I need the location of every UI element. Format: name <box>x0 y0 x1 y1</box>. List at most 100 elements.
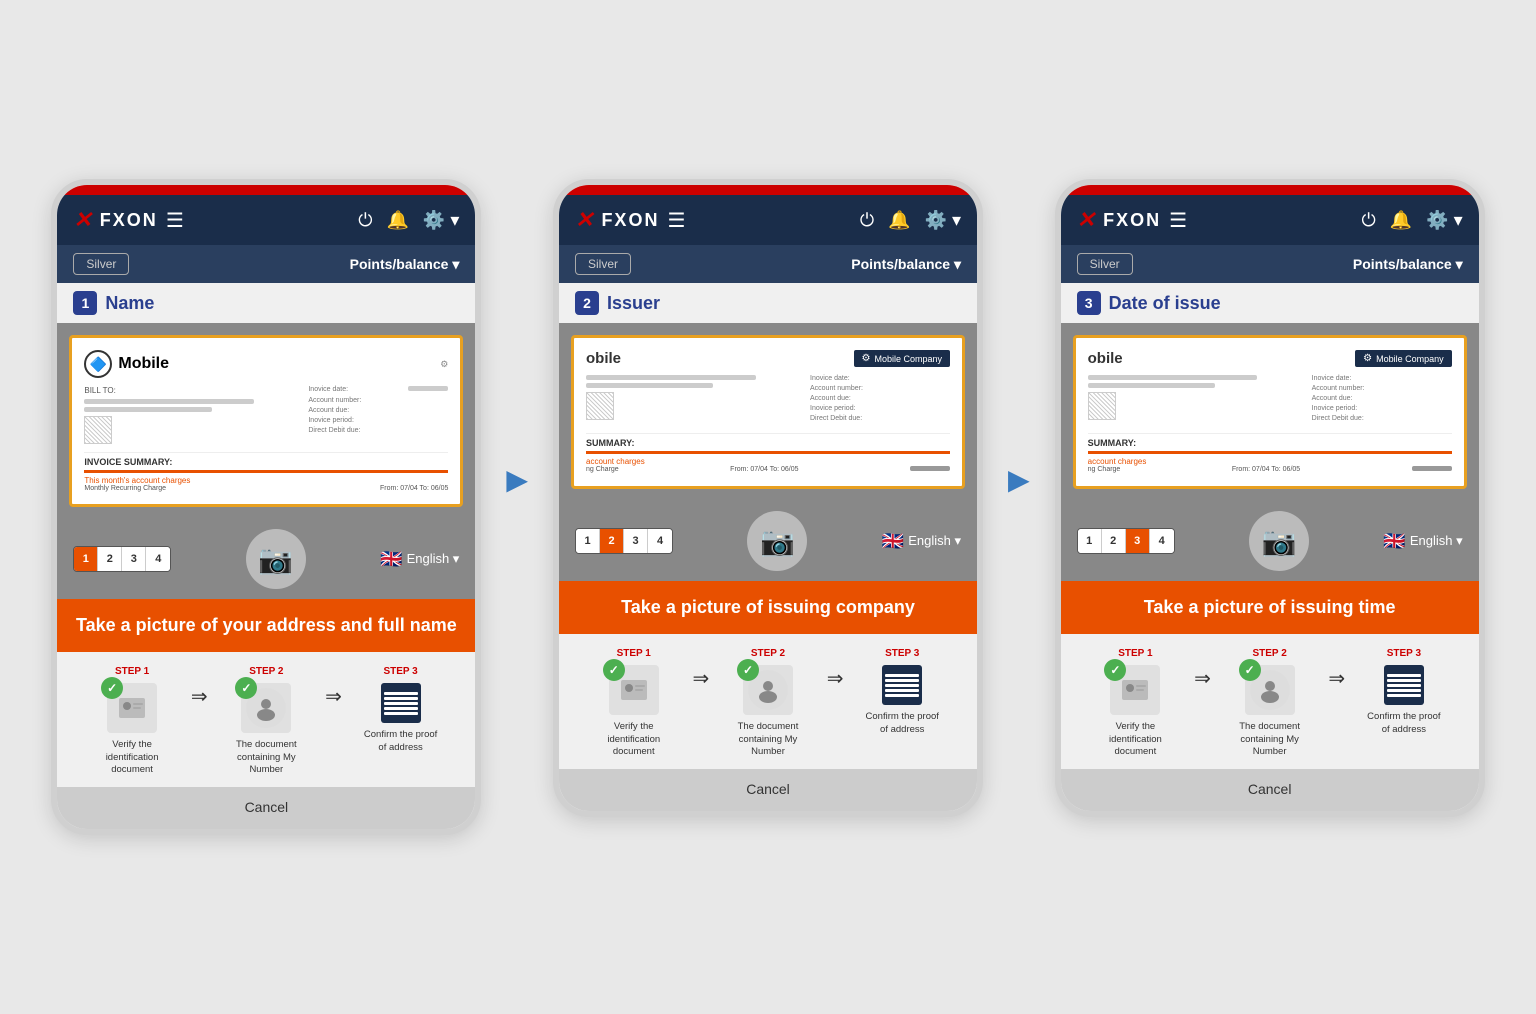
company-badge-icon-2: ⚙ <box>862 353 871 364</box>
doc-right-3: Inovice date: Account number: Account du… <box>1312 375 1452 425</box>
step-number-3: 3 <box>1077 291 1101 315</box>
step-item-2-1: STEP 1 ✓ Verify the identifica <box>575 648 692 758</box>
bell-icon-1[interactable]: 🔔 <box>386 210 408 231</box>
bank-lines-1 <box>384 692 418 715</box>
account-due-row-1: Account due: <box>308 407 448 414</box>
doc-body-1: BILL TO: Inovice date: Account number: <box>84 386 448 444</box>
step-label-1: 1 Name <box>57 283 475 323</box>
points-balance-1[interactable]: Points/balance ▾ <box>350 256 460 273</box>
step-item-3-3: STEP 3 Confirm the proof of <box>1345 648 1462 736</box>
cancel-bar-2: Cancel <box>559 769 977 811</box>
dot-1-3[interactable]: 3 <box>122 547 146 571</box>
line-2-2 <box>586 383 713 388</box>
step-icon-bg-1-1: ✓ <box>107 683 157 733</box>
steps-row-2: STEP 1 ✓ Verify the identifica <box>575 648 961 758</box>
lang-selector-1[interactable]: 🇬🇧 English ▾ <box>380 549 459 570</box>
step-title-3: Date of issue <box>1109 293 1221 314</box>
step-icon-area-2-2: ✓ <box>743 665 793 715</box>
steps-area-1: STEP 1 ✓ Verify the identifica <box>57 652 475 786</box>
qr-1 <box>84 416 112 444</box>
step-icon-area-2-3 <box>882 665 922 705</box>
step-desc-1-2: The document containing My Number <box>226 739 306 776</box>
logo-text-2: FXON <box>601 210 659 231</box>
power-icon-1[interactable]: ⏻ <box>358 210 372 231</box>
dot-2-4[interactable]: 4 <box>648 529 672 553</box>
hamburger-icon-1[interactable]: ☰ <box>166 208 184 233</box>
invoice-period-row-2: Inovice period: <box>810 405 950 412</box>
power-icon-2[interactable]: ⏻ <box>860 210 874 231</box>
cancel-btn-1[interactable]: Cancel <box>245 799 289 815</box>
bell-icon-3[interactable]: 🔔 <box>1390 210 1412 231</box>
step-item-2-2: STEP 2 ✓ The document cont <box>709 648 826 758</box>
arrow-1-3: ⇒ <box>325 684 342 709</box>
dot-1-4[interactable]: 4 <box>146 547 170 571</box>
header-icons-3: ⏻ 🔔 ⚙️ ▾ <box>1362 210 1463 231</box>
logo-x-2: ✕ <box>575 207 593 233</box>
bank-lines-3 <box>1387 674 1421 697</box>
doc-right-1: Inovice date: Account number: Account du… <box>308 386 448 444</box>
summary-row-3: ng Charge From: 07/04 To: 06/05 <box>1088 466 1452 474</box>
gear-icon-2[interactable]: ⚙️ ▾ <box>925 210 961 231</box>
dot-3-4[interactable]: 4 <box>1150 529 1174 553</box>
power-icon-3[interactable]: ⏻ <box>1362 210 1376 231</box>
bell-icon-2[interactable]: 🔔 <box>888 210 910 231</box>
dot-2-1[interactable]: 1 <box>576 529 600 553</box>
step-dots-1: 1 2 3 4 <box>73 546 171 572</box>
document-area-2: obile ⚙ Mobile Company Ino <box>559 323 977 501</box>
camera-btn-3[interactable]: 📷 <box>1249 511 1309 571</box>
header-1: ✕ FXON ☰ ⏻ 🔔 ⚙️ ▾ <box>57 195 475 245</box>
gear-icon-1[interactable]: ⚙️ ▾ <box>423 210 459 231</box>
id-doc-icon-1 <box>117 693 147 723</box>
account-num-row-2: Account number: <box>810 385 950 392</box>
invoice-summary-1: INVOICE SUMMARY: This month's account ch… <box>84 452 448 492</box>
dot-1-1[interactable]: 1 <box>74 547 98 571</box>
lang-selector-3[interactable]: 🇬🇧 English ▾ <box>1383 531 1462 552</box>
qr-3 <box>1088 392 1116 420</box>
invoice-date-row-3: Inovice date: <box>1312 375 1452 382</box>
person-svg-2 <box>755 677 781 703</box>
cancel-bar-1: Cancel <box>57 787 475 829</box>
document-card-1: 🔷 Mobile ⚙ BILL TO: Inovice date: <box>69 335 463 507</box>
flag-icon-1: 🇬🇧 <box>380 549 402 570</box>
step-number-1: 1 <box>73 291 97 315</box>
dot-2-3[interactable]: 3 <box>624 529 648 553</box>
dot-2-2[interactable]: 2 <box>600 529 624 553</box>
dot-1-2[interactable]: 2 <box>98 547 122 571</box>
step-label-2-3: STEP 3 <box>885 648 919 659</box>
step-label-2-2: STEP 2 <box>751 648 785 659</box>
cancel-btn-3[interactable]: Cancel <box>1248 781 1292 797</box>
points-balance-2[interactable]: Points/balance ▾ <box>851 256 961 273</box>
line-2 <box>84 407 211 412</box>
cta-text-3: Take a picture of issuing time <box>1077 597 1463 618</box>
cancel-btn-2[interactable]: Cancel <box>746 781 790 797</box>
step-desc-3-2: The document containing My Number <box>1230 721 1310 758</box>
camera-btn-2[interactable]: 📷 <box>747 511 807 571</box>
hamburger-icon-2[interactable]: ☰ <box>667 208 685 233</box>
line-3-1 <box>1088 375 1258 380</box>
document-area-3: obile ⚙ Mobile Company Ino <box>1061 323 1479 501</box>
dot-3-1[interactable]: 1 <box>1078 529 1102 553</box>
camera-btn-1[interactable]: 📷 <box>246 529 306 589</box>
doc-logo-icon-1: 🔷 <box>84 350 112 378</box>
document-area-1: 🔷 Mobile ⚙ BILL TO: Inovice date: <box>57 323 475 519</box>
dot-3-3[interactable]: 3 <box>1126 529 1150 553</box>
charges-text-2: account charges <box>586 457 950 466</box>
person-svg-3 <box>1257 677 1283 703</box>
document-card-2: obile ⚙ Mobile Company Ino <box>571 335 965 489</box>
step-icon-bg-2-1: ✓ <box>609 665 659 715</box>
doc-logo-3: obile <box>1088 350 1123 367</box>
gear-icon-3[interactable]: ⚙️ ▾ <box>1426 210 1462 231</box>
summary-row-2: ng Charge From: 07/04 To: 06/05 <box>586 466 950 474</box>
step-title-2: Issuer <box>607 293 660 314</box>
lang-selector-2[interactable]: 🇬🇧 English ▾ <box>882 531 961 552</box>
company-badge-2: ⚙ Mobile Company <box>854 350 951 367</box>
step-icon-bg-3-2: ✓ <box>1245 665 1295 715</box>
step-title-1: Name <box>105 293 154 314</box>
qr-2 <box>586 392 614 420</box>
header-icons-2: ⏻ 🔔 ⚙️ ▾ <box>860 210 961 231</box>
dot-3-2[interactable]: 2 <box>1102 529 1126 553</box>
points-balance-3[interactable]: Points/balance ▾ <box>1353 256 1463 273</box>
step-label-1-3: STEP 3 <box>383 666 417 677</box>
invoice-summary-3: SUMMARY: account charges ng Charge From:… <box>1088 433 1452 474</box>
hamburger-icon-3[interactable]: ☰ <box>1169 208 1187 233</box>
